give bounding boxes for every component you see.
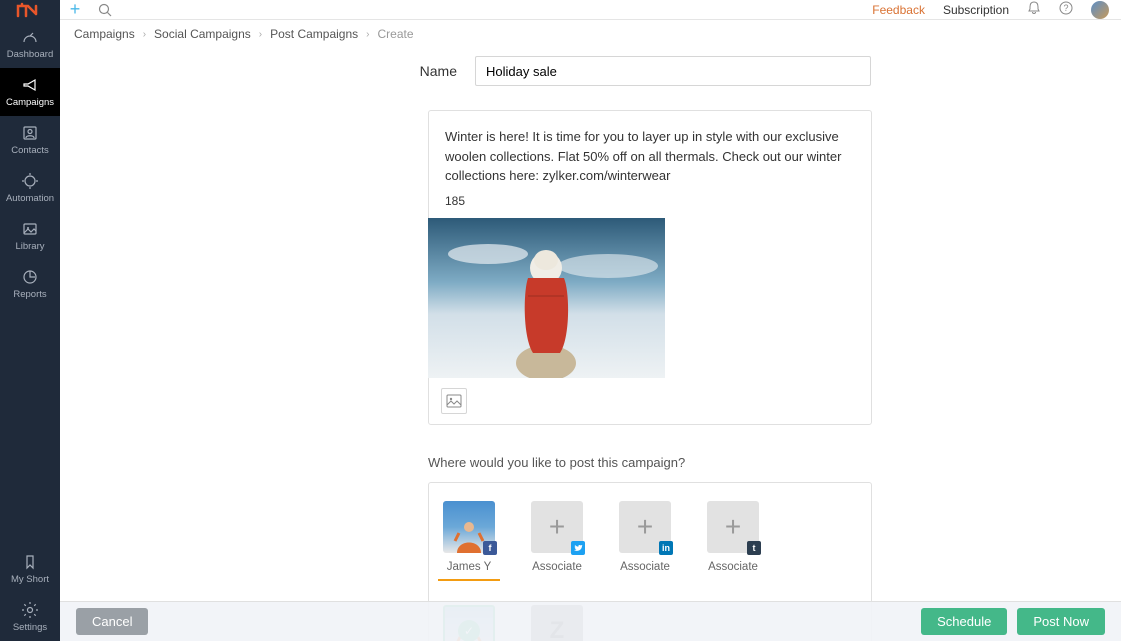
target-tumblr-add[interactable]: + t	[707, 501, 759, 553]
tumblr-icon: t	[747, 541, 761, 555]
target-twitter-add[interactable]: +	[531, 501, 583, 553]
sidebar-label: Dashboard	[7, 49, 53, 60]
breadcrumb-item[interactable]: Post Campaigns	[270, 27, 358, 41]
content-box: Winter is here! It is time for you to la…	[428, 110, 872, 425]
sidebar-label: Contacts	[11, 145, 49, 156]
schedule-button[interactable]: Schedule	[921, 608, 1007, 635]
name-input[interactable]	[475, 56, 871, 86]
sidebar-item-library[interactable]: Library	[0, 212, 60, 260]
linkedin-icon: in	[659, 541, 673, 555]
sidebar-item-settings[interactable]: Settings	[0, 593, 60, 641]
target-caption: Associate	[708, 561, 758, 573]
breadcrumb: Campaigns › Social Campaigns › Post Camp…	[60, 20, 1121, 48]
sidebar-label: Campaigns	[6, 97, 54, 108]
target-linkedin-add[interactable]: + in	[619, 501, 671, 553]
add-button[interactable]: +	[60, 0, 90, 20]
search-icon[interactable]	[90, 3, 120, 17]
sidebar-label: My Short	[11, 574, 49, 585]
chevron-right-icon: ›	[143, 29, 146, 40]
twitter-icon	[571, 541, 585, 555]
sidebar-item-myshort[interactable]: My Short	[0, 545, 60, 593]
bell-icon[interactable]	[1027, 1, 1041, 18]
breadcrumb-item[interactable]: Campaigns	[74, 27, 135, 41]
chevron-right-icon: ›	[366, 29, 369, 40]
content-image[interactable]	[428, 218, 665, 378]
breadcrumb-current: Create	[378, 27, 414, 41]
facebook-icon: f	[483, 541, 497, 555]
sidebar-item-dashboard[interactable]: Dashboard	[0, 20, 60, 68]
post-now-button[interactable]: Post Now	[1017, 608, 1105, 635]
feedback-link[interactable]: Feedback	[872, 3, 925, 17]
target-caption: Associate	[532, 561, 582, 573]
sidebar-label: Library	[15, 241, 44, 252]
winter-image	[428, 218, 665, 378]
sidebar-item-contacts[interactable]: Contacts	[0, 116, 60, 164]
subscription-link[interactable]: Subscription	[943, 3, 1009, 17]
image-upload-button[interactable]	[441, 388, 467, 414]
sidebar-label: Automation	[6, 193, 54, 204]
target-caption: James Y	[447, 561, 492, 573]
cancel-button[interactable]: Cancel	[76, 608, 148, 635]
target-caption: Associate	[620, 561, 670, 573]
app-logo[interactable]	[0, 0, 60, 20]
sidebar-item-campaigns[interactable]: Campaigns	[0, 68, 60, 116]
chevron-right-icon: ›	[259, 29, 262, 40]
sidebar: Dashboard Campaigns Contacts Automation …	[0, 20, 60, 641]
avatar[interactable]	[1091, 1, 1109, 19]
svg-text:?: ?	[1063, 3, 1068, 13]
help-icon[interactable]: ?	[1059, 1, 1073, 18]
char-count: 185	[429, 194, 871, 218]
footer: Cancel Schedule Post Now	[60, 601, 1121, 641]
content-textarea[interactable]: Winter is here! It is time for you to la…	[429, 111, 871, 194]
topbar: + Feedback Subscription ?	[0, 0, 1121, 20]
sidebar-label: Reports	[13, 289, 46, 300]
sidebar-label: Settings	[13, 622, 47, 633]
target-facebook-james[interactable]: f	[443, 501, 495, 553]
targets-question: Where would you like to post this campai…	[428, 455, 1121, 470]
sidebar-item-automation[interactable]: Automation	[0, 164, 60, 212]
main-content: Campaigns › Social Campaigns › Post Camp…	[60, 20, 1121, 641]
breadcrumb-item[interactable]: Social Campaigns	[154, 27, 251, 41]
name-label: Name	[60, 63, 475, 79]
sidebar-item-reports[interactable]: Reports	[0, 260, 60, 308]
